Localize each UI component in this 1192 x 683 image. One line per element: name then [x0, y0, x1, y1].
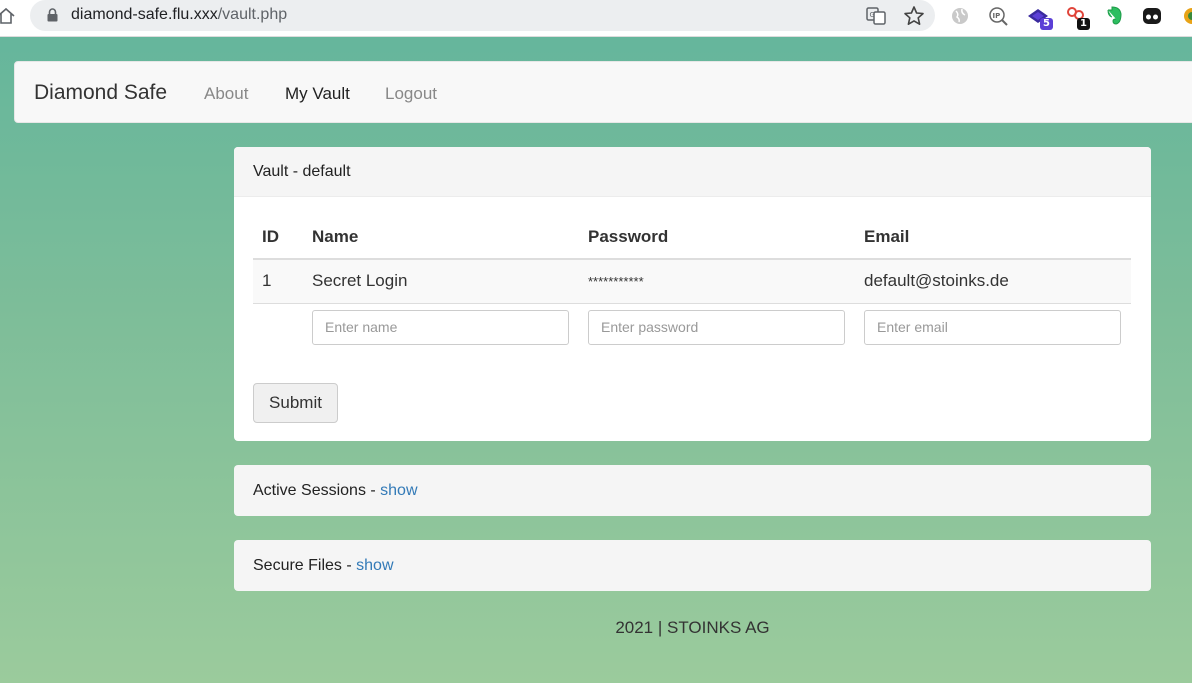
password-input[interactable]	[588, 309, 845, 345]
submit-button[interactable]: Submit	[253, 383, 338, 423]
home-icon[interactable]	[0, 6, 16, 26]
extension-badge: 1	[1077, 18, 1090, 30]
table-header-row: ID Name Password Email	[253, 219, 1131, 260]
vault-table: ID Name Password Email 1 Secret Login **…	[253, 219, 1131, 359]
url-domain: diamond-safe.flu.xxx	[71, 6, 218, 23]
extension-badge: 5	[1040, 18, 1053, 30]
files-heading: Secure Files - show	[234, 540, 1151, 591]
email-input[interactable]	[864, 309, 1121, 345]
nav-link-my-vault[interactable]: My Vault	[285, 84, 350, 104]
svg-text:G: G	[870, 11, 875, 19]
sessions-show-link[interactable]: show	[380, 482, 417, 499]
column-header-id: ID	[253, 219, 312, 260]
extension-partial-icon[interactable]	[1180, 4, 1192, 28]
name-input[interactable]	[312, 309, 569, 345]
nav-link-logout[interactable]: Logout	[385, 84, 437, 104]
cell-password: ***********	[588, 259, 864, 304]
files-show-link[interactable]: show	[356, 557, 393, 574]
cell-name: Secret Login	[312, 259, 588, 304]
ip-lookup-icon[interactable]: IP	[986, 4, 1010, 28]
url-text[interactable]: diamond-safe.flu.xxx/vault.php	[71, 6, 287, 24]
navbar: Diamond Safe About My Vault Logout	[14, 61, 1192, 123]
brand-logo[interactable]: Diamond Safe	[34, 81, 167, 105]
input-row	[253, 303, 1131, 359]
bookmark-star-icon[interactable]	[902, 4, 926, 28]
files-panel: Secure Files - show	[234, 540, 1151, 591]
input-row-spacer	[253, 303, 312, 359]
vault-panel: Vault - default ID Name Password Email 1…	[234, 147, 1151, 441]
column-header-password: Password	[588, 219, 864, 260]
incognito-icon[interactable]	[1140, 4, 1164, 28]
cell-email: default@stoinks.de	[864, 259, 1131, 304]
browser-toolbar: diamond-safe.flu.xxx/vault.php G IP 5 1	[0, 0, 1192, 37]
lock-icon[interactable]	[47, 8, 58, 22]
globe-icon[interactable]	[948, 4, 972, 28]
cell-id: 1	[253, 259, 312, 304]
evernote-icon[interactable]	[1102, 4, 1126, 28]
column-header-email: Email	[864, 219, 1131, 260]
vault-heading: Vault - default	[234, 147, 1151, 197]
sessions-heading: Active Sessions - show	[234, 465, 1151, 516]
column-header-name: Name	[312, 219, 588, 260]
sessions-heading-label: Active Sessions -	[253, 482, 381, 499]
files-heading-label: Secure Files -	[253, 557, 357, 574]
svg-text:IP: IP	[993, 12, 1001, 20]
nav-link-about[interactable]: About	[204, 84, 248, 104]
footer-text: 2021 | STOINKS AG	[615, 618, 770, 637]
table-row: 1 Secret Login *********** default@stoin…	[253, 259, 1131, 304]
sessions-panel: Active Sessions - show	[234, 465, 1151, 516]
translate-icon[interactable]: G	[864, 4, 888, 28]
url-path: /vault.php	[217, 6, 288, 23]
